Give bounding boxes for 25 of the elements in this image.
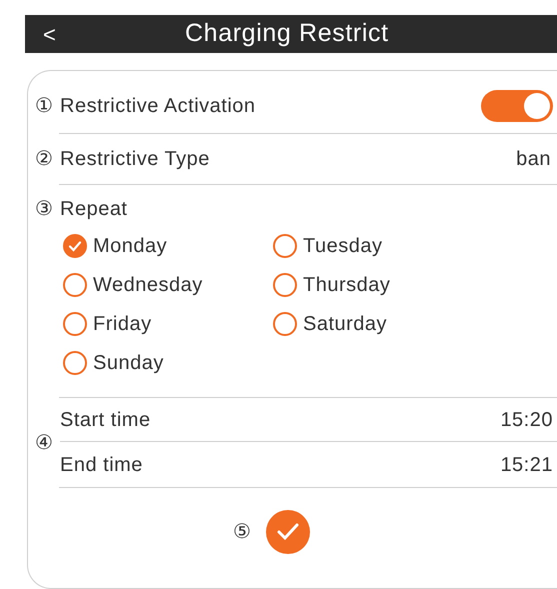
step-marker: ③ bbox=[34, 197, 54, 222]
activation-label: Restrictive Activation bbox=[60, 94, 257, 119]
type-value: ban bbox=[516, 147, 551, 172]
back-button[interactable]: < bbox=[43, 18, 56, 50]
weekday-label[interactable]: Sunday bbox=[93, 348, 164, 378]
weekday-label[interactable]: Monday bbox=[93, 231, 168, 261]
check-icon bbox=[276, 522, 300, 542]
end-time-value[interactable]: 15:21 bbox=[500, 450, 553, 480]
step-marker: ⑤ bbox=[233, 520, 252, 545]
weekday-label[interactable]: Tuesday bbox=[303, 231, 382, 261]
weekday-label[interactable]: Wednesday bbox=[93, 270, 203, 300]
end-time-label: End time bbox=[60, 452, 144, 478]
weekday-label[interactable]: Friday bbox=[93, 309, 152, 339]
step-marker: ④ bbox=[34, 430, 54, 456]
repeat-label: Repeat bbox=[60, 197, 128, 222]
start-time-label: Start time bbox=[60, 408, 152, 432]
step-marker: ① bbox=[34, 94, 54, 119]
toggle-switch[interactable] bbox=[481, 90, 553, 122]
confirm-button[interactable] bbox=[266, 510, 310, 554]
type-label: Restrictive Type bbox=[60, 147, 211, 172]
start-time-value[interactable]: 15:20 bbox=[500, 404, 553, 434]
weekday-label[interactable]: Thursday bbox=[303, 270, 390, 300]
step-marker: ② bbox=[34, 147, 54, 172]
page-title: Charging Restrict bbox=[185, 18, 389, 50]
weekday-label[interactable]: Saturday bbox=[303, 309, 388, 339]
